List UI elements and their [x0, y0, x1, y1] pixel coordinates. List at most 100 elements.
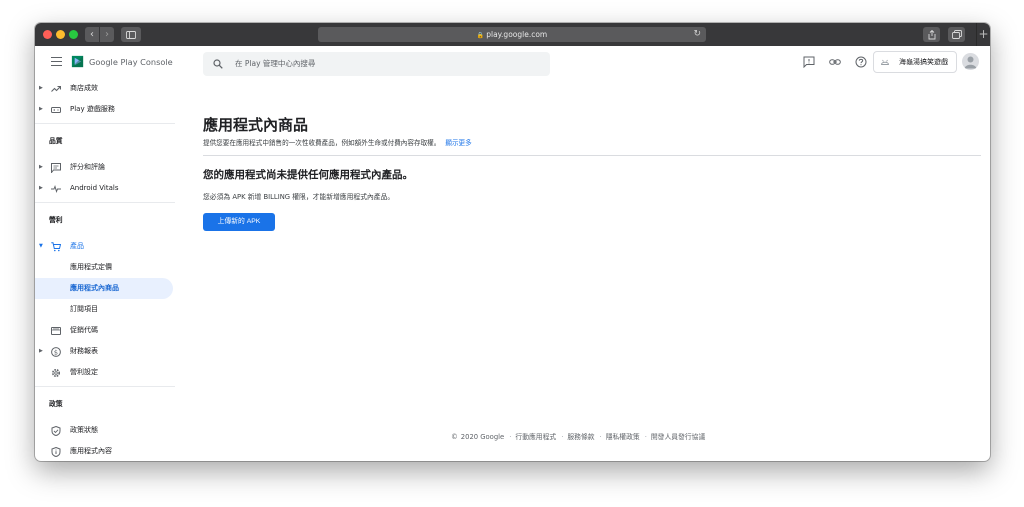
expand-arrow-icon[interactable]: ▶ [39, 178, 43, 199]
expand-arrow-icon[interactable]: ▶ [39, 78, 43, 99]
gamepad-icon [51, 107, 61, 113]
url-text: play.google.com [486, 30, 548, 39]
sidebar-item-ratings-reviews[interactable]: ▶ 評分和評論 [35, 157, 175, 178]
expand-arrow-icon[interactable]: ▶ [39, 157, 43, 178]
sidebar-item-label: 促銷代碼 [70, 326, 98, 334]
sidebar-item-label: 財務報表 [70, 347, 98, 355]
shield-check-icon [51, 426, 61, 436]
sidebar-item-label: 訂閱項目 [70, 305, 98, 313]
new-tab-icon[interactable]: + [976, 23, 990, 46]
sidebar-item-label: 政策狀態 [70, 426, 98, 434]
footer-link-mobile-app[interactable]: 行動應用程式 [515, 433, 556, 441]
android-app-icon [881, 59, 889, 65]
separator: · [561, 433, 564, 441]
trending-up-icon [51, 85, 61, 92]
sidebar-item-label: 應用程式定價 [70, 263, 112, 271]
back-icon[interactable]: ‹ [85, 27, 99, 42]
search-icon [213, 59, 223, 69]
close-window-button[interactable] [43, 30, 52, 39]
sidebar-item-label: Play 遊戲服務 [70, 105, 115, 113]
sidebar-item-subscriptions[interactable]: 訂閱項目 [35, 299, 175, 320]
sidebar-section-monetize: 營利 [35, 202, 175, 236]
sidebar-item-app-pricing[interactable]: 應用程式定價 [35, 257, 175, 278]
promo-code-icon [51, 327, 61, 335]
sidebar-item-android-vitals[interactable]: ▶ Android Vitals [35, 178, 175, 199]
developer-name: 海龜湯搞笑遊戲 [899, 58, 948, 66]
search-placeholder: 在 Play 管理中心內搜尋 [235, 59, 316, 68]
sidebar-item-products[interactable]: ▼ 產品 [35, 236, 175, 257]
sidebar-item-label: 應用程式內商品 [70, 284, 119, 292]
sidebar-section-policy: 政策 [35, 386, 175, 420]
top-bar: 在 Play 管理中心內搜尋 海龜湯搞笑遊戲 [175, 46, 990, 78]
gear-icon [51, 368, 61, 378]
sidebar-item-label: 評分和評論 [70, 163, 105, 171]
sidebar-item-monetization-setup[interactable]: 營利設定 [35, 362, 175, 383]
expand-arrow-icon[interactable]: ▶ [39, 341, 43, 362]
sidebar-item-policy-status[interactable]: 政策狀態 [35, 420, 175, 441]
avatar[interactable] [962, 53, 979, 70]
play-console-logo-icon [71, 55, 84, 68]
sidebar-header: Google Play Console [35, 46, 175, 78]
footer-link-terms[interactable]: 服務條款 [567, 433, 594, 441]
help-icon[interactable] [855, 56, 867, 68]
forward-icon[interactable]: › [100, 27, 114, 42]
sidebar: Google Play Console ▶ 商店成效 ▶ Play 遊戲服務 品… [35, 46, 175, 461]
separator: · [509, 433, 512, 441]
divider [203, 155, 981, 156]
sidebar-item-financial-reports[interactable]: ▶ $ 財務報表 [35, 341, 175, 362]
sidebar-item-play-games-services[interactable]: ▶ Play 遊戲服務 [35, 99, 175, 120]
collapse-arrow-icon[interactable]: ▼ [39, 236, 43, 257]
reload-icon[interactable]: ↻ [693, 27, 701, 42]
expand-arrow-icon[interactable]: ▶ [39, 99, 43, 120]
sidebar-item-promo-codes[interactable]: 促銷代碼 [35, 320, 175, 341]
play-console-app: Google Play Console ▶ 商店成效 ▶ Play 遊戲服務 品… [35, 46, 990, 461]
sidebar-item-label: Android Vitals [70, 184, 119, 192]
upload-apk-button[interactable]: 上傳新的 APK [203, 213, 275, 231]
page-description: 提供您要在應用程式中銷售的一次性收費產品，例如額外生命或付費內容存取權。 顯示更多 [203, 137, 472, 147]
copyright-icon: © [451, 433, 458, 441]
main-content: 應用程式內商品 提供您要在應用程式中銷售的一次性收費產品，例如額外生命或付費內容… [175, 78, 990, 461]
separator: · [599, 433, 602, 441]
sidebar-item-in-app-products[interactable]: 應用程式內商品 [35, 278, 173, 299]
shield-info-icon [51, 447, 61, 457]
share-icon[interactable] [923, 27, 940, 42]
browser-window: ‹ › 🔒 play.google.com ↻ + Google Play Co… [35, 23, 990, 461]
browser-titlebar: ‹ › 🔒 play.google.com ↻ + [35, 23, 990, 46]
feedback-icon[interactable] [803, 56, 815, 68]
link-icon[interactable] [829, 56, 841, 68]
svg-text:$: $ [54, 348, 58, 356]
footer-links: © 2020 Google · 行動應用程式 · 服務條款 · 隱私權政策 · 開發人員發行協議 [451, 431, 708, 441]
sidebar-item-store-performance[interactable]: ▶ 商店成效 [35, 78, 175, 99]
vitals-icon [51, 184, 61, 194]
sidebar-item-label: 產品 [70, 242, 84, 250]
footer-link-dda[interactable]: 開發人員發行協議 [651, 433, 705, 441]
page-description-text: 提供您要在應用程式中銷售的一次性收費產品，例如額外生命或付費內容存取權。 [203, 139, 441, 147]
sidebar-section-quality: 品質 [35, 123, 175, 157]
sidebar-item-label: 應用程式內容 [70, 447, 112, 455]
sidebar-item-label: 商店成效 [70, 84, 98, 92]
sidebar-toggle-icon[interactable] [121, 27, 141, 42]
learn-more-link[interactable]: 顯示更多 [445, 139, 471, 147]
user-icon [964, 56, 977, 69]
dollar-icon: $ [51, 347, 61, 357]
developer-account-button[interactable]: 海龜湯搞笑遊戲 [873, 51, 957, 73]
footer-link-privacy[interactable]: 隱私權政策 [606, 433, 640, 441]
copyright-text: 2020 Google [460, 433, 505, 441]
empty-state-title: 您的應用程式尚未提供任何應用程式內產品。 [203, 169, 413, 181]
tabs-overview-icon[interactable] [948, 27, 965, 42]
search-input[interactable]: 在 Play 管理中心內搜尋 [203, 52, 550, 76]
separator: · [644, 433, 647, 441]
minimize-window-button[interactable] [56, 30, 65, 39]
zoom-window-button[interactable] [69, 30, 78, 39]
empty-state-description: 您必須為 APK 新增 BILLING 權限，才能新增應用程式內產品。 [203, 193, 395, 201]
sidebar-item-app-content[interactable]: 應用程式內容 [35, 441, 175, 461]
page-title: 應用程式內商品 [203, 116, 309, 134]
review-icon [51, 163, 61, 173]
menu-icon[interactable] [51, 57, 62, 68]
address-bar[interactable]: 🔒 play.google.com ↻ [318, 27, 706, 42]
cart-icon [51, 242, 61, 252]
lock-icon: 🔒 [476, 32, 485, 39]
sidebar-item-label: 營利設定 [70, 368, 98, 376]
app-logo-text: Google Play Console [89, 57, 173, 67]
footer: © 2020 Google · 行動應用程式 · 服務條款 · 隱私權政策 · 開發人員發行協議 [175, 78, 990, 461]
